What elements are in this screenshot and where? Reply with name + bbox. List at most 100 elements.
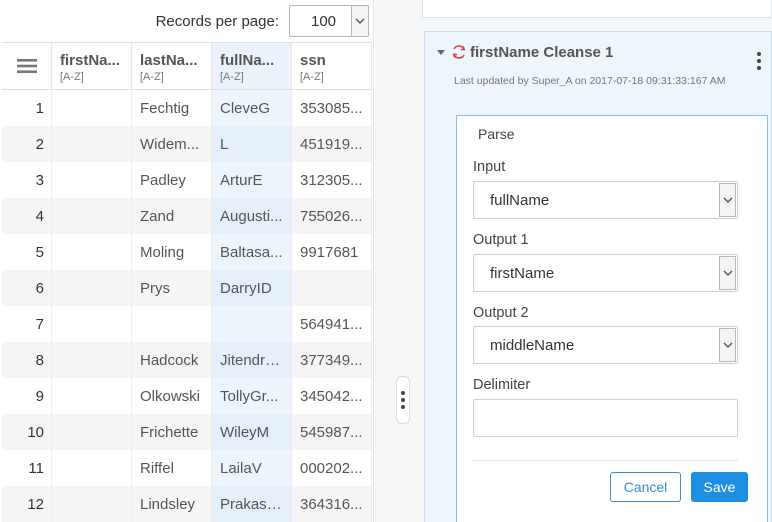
cell-fullname[interactable]: DarryID xyxy=(212,270,292,306)
delimiter-input[interactable] xyxy=(473,399,738,437)
cell-firstname[interactable] xyxy=(52,414,132,450)
cell-firstname[interactable] xyxy=(52,378,132,414)
cell-firstname[interactable] xyxy=(52,270,132,306)
output2-select[interactable]: middleName xyxy=(473,326,738,364)
cell-lastname[interactable]: Hadcock xyxy=(132,342,212,378)
cell-fullname[interactable]: LailaV xyxy=(212,450,292,486)
output1-select-value: firstName xyxy=(490,264,555,282)
cell-lastname[interactable]: Padley xyxy=(132,162,212,198)
refresh-icon[interactable] xyxy=(451,44,467,60)
table-row[interactable]: 10 Frichette WileyM 545987... xyxy=(2,414,372,450)
row-number: 8 xyxy=(2,342,52,378)
column-sort[interactable]: [A-Z] xyxy=(300,71,371,83)
cell-fullname[interactable]: WileyM xyxy=(212,414,292,450)
cell-fullname[interactable]: TollyGr... xyxy=(212,378,292,414)
chevron-down-icon[interactable] xyxy=(719,183,736,217)
output1-select[interactable]: firstName xyxy=(473,254,738,292)
table-row[interactable]: 4 Zand Augusti... 755026... xyxy=(2,198,372,234)
cell-firstname[interactable] xyxy=(52,198,132,234)
cell-firstname[interactable] xyxy=(52,162,132,198)
cell-fullname[interactable]: Baltasa... xyxy=(212,234,292,270)
chevron-down-icon[interactable] xyxy=(719,328,736,362)
column-sort[interactable]: [A-Z] xyxy=(60,71,131,83)
table-row[interactable]: 8 Hadcock JitendraD 377349... xyxy=(2,342,372,378)
pane-splitter[interactable] xyxy=(396,376,410,424)
row-number: 2 xyxy=(2,126,52,162)
table-row[interactable]: 12 Lindsley PrakashE 364316... xyxy=(2,486,372,522)
cell-lastname[interactable]: Fechtig xyxy=(132,90,212,126)
table-row[interactable]: 1 Fechtig CleveG 353085... xyxy=(2,90,372,126)
cell-ssn[interactable]: 377349... xyxy=(292,342,372,378)
save-button[interactable]: Save xyxy=(691,472,748,502)
cell-fullname[interactable]: JitendraD xyxy=(212,342,292,378)
column-header-fullname[interactable]: fullNa... [A-Z] xyxy=(212,43,292,89)
column-name: ssn xyxy=(300,52,326,69)
cell-ssn[interactable]: 353085... xyxy=(292,90,372,126)
cancel-button[interactable]: Cancel xyxy=(610,472,681,502)
input-select[interactable]: fullName xyxy=(473,181,738,219)
table-row[interactable]: 5 Moling Baltasa... 9917681 xyxy=(2,234,372,270)
cell-firstname[interactable] xyxy=(52,486,132,522)
cell-fullname[interactable]: Augusti... xyxy=(212,198,292,234)
cell-lastname[interactable]: Moling xyxy=(132,234,212,270)
cell-firstname[interactable] xyxy=(52,306,132,342)
cell-lastname[interactable]: Prys xyxy=(132,270,212,306)
data-grid: firstNa... [A-Z] lastNa... [A-Z] fullNa.… xyxy=(2,42,372,522)
cell-ssn[interactable]: 345042... xyxy=(292,378,372,414)
table-row[interactable]: 9 Olkowski TollyGr... 345042... xyxy=(2,378,372,414)
form-divider xyxy=(473,460,738,461)
row-number: 10 xyxy=(2,414,52,450)
chevron-down-icon[interactable] xyxy=(351,6,368,36)
output1-label: Output 1 xyxy=(473,232,529,248)
cell-ssn[interactable]: 564941... xyxy=(292,306,372,342)
cell-lastname[interactable]: Riffel xyxy=(132,450,212,486)
records-per-page-select[interactable]: 100 xyxy=(289,5,369,37)
kebab-icon[interactable] xyxy=(757,52,761,70)
column-name: firstNa... xyxy=(60,52,121,69)
cell-fullname[interactable]: ArturE xyxy=(212,162,292,198)
column-header-firstname[interactable]: firstNa... [A-Z] xyxy=(52,43,132,89)
cell-fullname[interactable]: PrakashE xyxy=(212,486,292,522)
cell-fullname[interactable]: L xyxy=(212,126,292,162)
table-row[interactable]: 11 Riffel LailaV 000202... xyxy=(2,450,372,486)
cell-fullname[interactable] xyxy=(212,306,292,342)
cell-firstname[interactable] xyxy=(52,450,132,486)
table-row[interactable]: 6 Prys DarryID xyxy=(2,270,372,306)
table-row[interactable]: 3 Padley ArturE 312305... xyxy=(2,162,372,198)
cell-lastname[interactable]: Frichette xyxy=(132,414,212,450)
column-sort[interactable]: [A-Z] xyxy=(140,71,211,83)
table-row[interactable]: 7 564941... xyxy=(2,306,372,342)
row-number: 5 xyxy=(2,234,52,270)
chevron-down-icon[interactable] xyxy=(719,256,736,290)
cell-lastname[interactable]: Lindsley xyxy=(132,486,212,522)
column-header-lastname[interactable]: lastNa... [A-Z] xyxy=(132,43,212,89)
form-title: Parse xyxy=(478,126,515,142)
cell-ssn[interactable] xyxy=(292,270,372,306)
caret-down-icon[interactable] xyxy=(437,50,445,55)
cell-fullname[interactable]: CleveG xyxy=(212,90,292,126)
cell-ssn[interactable]: 755026... xyxy=(292,198,372,234)
cell-ssn[interactable]: 364316... xyxy=(292,486,372,522)
cell-lastname[interactable]: Olkowski xyxy=(132,378,212,414)
cell-firstname[interactable] xyxy=(52,234,132,270)
cell-ssn[interactable]: 312305... xyxy=(292,162,372,198)
cell-lastname[interactable] xyxy=(132,306,212,342)
cell-lastname[interactable]: Widem... xyxy=(132,126,212,162)
cell-ssn[interactable]: 9917681 xyxy=(292,234,372,270)
previous-step-card[interactable] xyxy=(422,0,772,18)
parse-form: Parse Input fullName Output 1 firstName … xyxy=(456,115,768,522)
cell-firstname[interactable] xyxy=(52,126,132,162)
row-number: 7 xyxy=(2,306,52,342)
cell-ssn[interactable]: 451919... xyxy=(292,126,372,162)
row-number: 3 xyxy=(2,162,52,198)
column-sort[interactable]: [A-Z] xyxy=(220,71,291,83)
cell-ssn[interactable]: 000202... xyxy=(292,450,372,486)
cell-ssn[interactable]: 545987... xyxy=(292,414,372,450)
cell-firstname[interactable] xyxy=(52,90,132,126)
steps-pane: firstName Cleanse 1 Last updated by Supe… xyxy=(422,0,772,522)
cell-firstname[interactable] xyxy=(52,342,132,378)
table-row[interactable]: 2 Widem... L 451919... xyxy=(2,126,372,162)
grid-menu-button[interactable] xyxy=(2,43,52,89)
column-header-ssn[interactable]: ssn [A-Z] xyxy=(292,43,372,89)
cell-lastname[interactable]: Zand xyxy=(132,198,212,234)
